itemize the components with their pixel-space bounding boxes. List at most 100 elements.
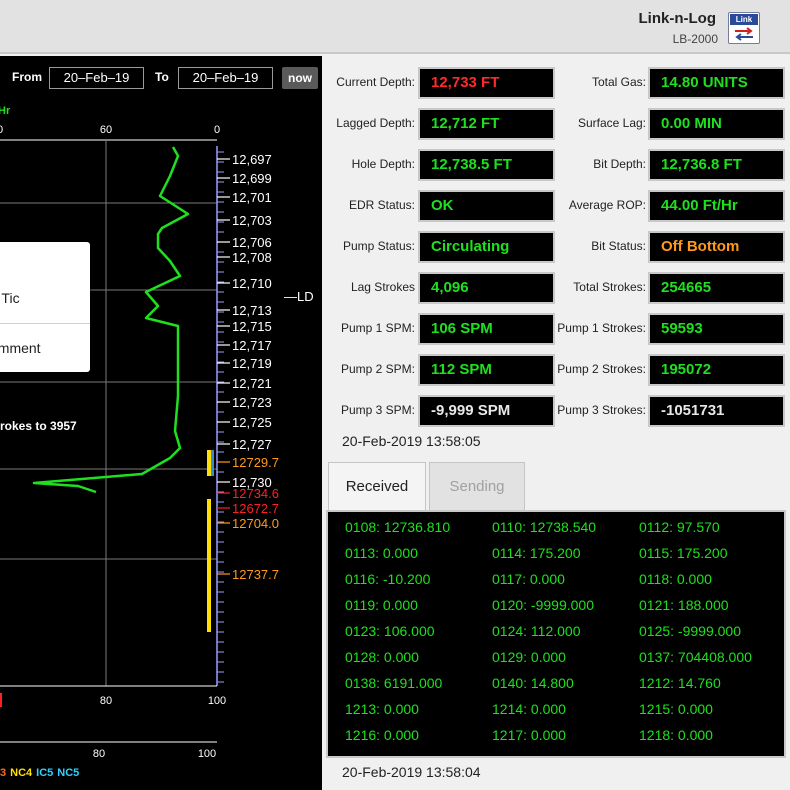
received-item: 1216: 0.000 — [345, 727, 419, 743]
received-item: 0128: 0.000 — [345, 649, 419, 665]
scale-unit-label: Hr — [0, 105, 11, 117]
transfer-arrows-icon — [735, 27, 753, 41]
received-item: 0110: 12738.540 — [492, 519, 597, 535]
app-title: Link-n-Log — [638, 10, 716, 27]
field-label: Pump 3 SPM: — [340, 403, 415, 417]
field-value: 0.00 MIN — [648, 108, 785, 140]
depth-label: 12,708 — [232, 250, 272, 265]
depth-label: 12,699 — [232, 171, 272, 186]
received-item: 0121: 188.000 — [639, 597, 729, 613]
field-value: OK — [418, 190, 555, 222]
bottom-scale-label: 80 — [100, 695, 112, 707]
field-value: 254665 — [648, 272, 785, 304]
depth-label: 12,715 — [232, 319, 272, 334]
menu-item-remove-tic[interactable]: e Tic — [0, 290, 90, 306]
status-panel: Current Depth: 12,733 FT Total Gas: 14.80 U… — [322, 56, 790, 790]
top-scale-label: 0 — [0, 124, 3, 136]
received-item: 0116: -10.200 — [345, 571, 431, 587]
depth-label: 12,701 — [232, 190, 272, 205]
legend-entry: IC5 — [36, 767, 54, 779]
depth-marker-label: 12737.7 — [232, 567, 279, 582]
lagged-depth-marker: —LD — [284, 289, 314, 304]
field-value: -9,999 SPM — [418, 395, 555, 427]
field-value: 195072 — [648, 354, 785, 386]
legend-entry: 3 — [0, 767, 7, 779]
received-item: 0115: 175.200 — [639, 545, 728, 561]
log-annotation: rokes to 3957 — [0, 419, 77, 433]
field-value: 12,712 FT — [418, 108, 555, 140]
field-label: Pump 3 Strokes: — [557, 403, 646, 417]
field-value: 112 SPM — [418, 354, 555, 386]
received-item: 1212: 14.760 — [639, 675, 721, 691]
received-item: 0120: -9999.000 — [492, 597, 594, 613]
bottom-scale-label: 100 — [208, 695, 226, 707]
top-scale-label: 60 — [100, 124, 112, 136]
received-item: 0108: 12736.810 — [345, 519, 451, 535]
field-label: Bit Status: — [591, 239, 646, 253]
received-item: 1213: 0.000 — [345, 701, 419, 717]
field-value: 12,736.8 FT — [648, 149, 785, 181]
curve-legend: 3 NC4 IC5 NC5 — [0, 767, 83, 779]
depth-label: 12,719 — [232, 356, 272, 371]
field-value: Circulating — [418, 231, 555, 263]
field-value: 14.80 UNITS — [648, 67, 785, 99]
field-label: Lag Strokes — [350, 280, 415, 294]
legend-entry: NC4 — [10, 767, 33, 779]
received-item: 1217: 0.000 — [492, 727, 566, 743]
received-item: 1218: 0.000 — [639, 727, 713, 743]
depth-log-panel[interactable]: From 20–Feb–19 To 20–Feb–19 now Hr060012… — [0, 56, 322, 790]
tab-sending[interactable]: Sending — [429, 462, 525, 512]
received-item: 0129: 0.000 — [492, 649, 566, 665]
field-label: Bit Depth: — [593, 157, 646, 171]
top-scale-label: 0 — [214, 124, 220, 136]
field-label: Total Strokes: — [573, 280, 646, 294]
blue-indicator-bar — [211, 450, 214, 476]
tab-received[interactable]: Received — [328, 462, 426, 512]
depth-label: 12,703 — [232, 213, 272, 228]
app-header: Link-n-Log LB-2000 Link — [0, 0, 790, 54]
depth-label: 12,727 — [232, 437, 272, 452]
received-item: 0117: 0.000 — [492, 571, 565, 587]
yellow-indicator-bar — [207, 499, 211, 632]
field-label: Hole Depth: — [351, 157, 415, 171]
field-label: Lagged Depth: — [336, 116, 415, 130]
received-item: 1214: 0.000 — [492, 701, 566, 717]
menu-item-comment[interactable]: omment — [0, 340, 90, 356]
received-item: 1215: 0.000 — [639, 701, 713, 717]
received-item: 0124: 112.000 — [492, 623, 581, 639]
depth-marker-label: 12729.7 — [232, 455, 279, 470]
depth-label: 12,725 — [232, 415, 272, 430]
field-value: -1051731 — [648, 395, 785, 427]
field-label: Pump 2 SPM: — [340, 362, 415, 376]
field-value: Off Bottom — [648, 231, 785, 263]
field-label: EDR Status: — [348, 198, 415, 212]
received-item: 0140: 14.800 — [492, 675, 574, 691]
field-value: 106 SPM — [418, 313, 555, 345]
received-item: 0114: 175.200 — [492, 545, 581, 561]
footer-timestamp: 20-Feb-2019 13:58:04 — [342, 764, 481, 780]
field-label: Pump 2 Strokes: — [557, 362, 646, 376]
received-item: 0137: 704408.000 — [639, 649, 752, 665]
field-label: Pump 1 Strokes: — [557, 321, 646, 335]
depth-label: 12,706 — [232, 235, 272, 250]
depth-marker-label: 12704.0 — [232, 516, 279, 531]
received-item: 0123: 106.000 — [345, 623, 435, 639]
menu-item-add-tic[interactable]: ic — [0, 258, 90, 274]
logo-text: Link — [730, 14, 758, 25]
received-item: 0119: 0.000 — [345, 597, 418, 613]
yellow-indicator-bar — [207, 450, 211, 476]
bottom-scale-label: 80 — [93, 748, 105, 760]
field-value: 44.00 Ft/Hr — [648, 190, 785, 222]
depth-label: 12,717 — [232, 338, 272, 353]
depth-label: 12,713 — [232, 303, 272, 318]
received-data-list: 0108: 12736.810 0110: 12738.540 0112: 97.5… — [326, 510, 786, 758]
link-logo-icon[interactable]: Link — [728, 12, 760, 44]
depth-marker-label: 12672.7 — [232, 501, 279, 516]
field-label: Surface Lag: — [577, 116, 646, 130]
legend-entry: NC5 — [57, 767, 80, 779]
field-value: 59593 — [648, 313, 785, 345]
app-model: LB-2000 — [672, 32, 718, 46]
field-label: Pump 1 SPM: — [340, 321, 415, 335]
field-label: Total Gas: — [591, 75, 646, 89]
received-item: 0138: 6191.000 — [345, 675, 443, 691]
